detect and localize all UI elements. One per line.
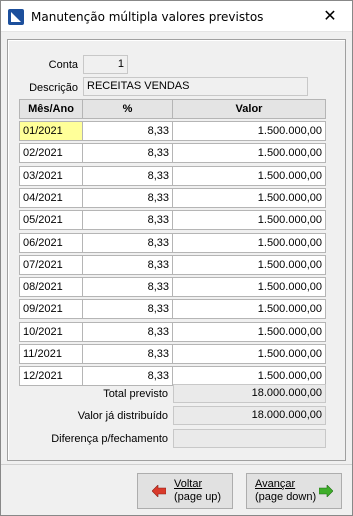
main-panel: Conta 1 Descrição RECEITAS VENDAS Mês/An… (7, 39, 346, 461)
cell-mes-ano[interactable]: 03/2021 (19, 165, 83, 186)
cell-valor[interactable]: 1.500.000,00 (172, 187, 326, 208)
cell-valor[interactable]: 1.500.000,00 (172, 321, 326, 342)
conta-field[interactable]: 1 (83, 55, 128, 74)
cell-valor[interactable]: 1.500.000,00 (172, 344, 326, 364)
column-header-mes-ano[interactable]: Mês/Ano (19, 99, 83, 119)
cell-percent[interactable]: 8,33 (82, 344, 173, 364)
table-row: 05/2021 8,33 1.500.000,00 (19, 210, 332, 231)
diferenca-field (173, 429, 326, 448)
column-header-valor[interactable]: Valor (172, 99, 326, 119)
footer-separator (1, 464, 352, 465)
arrow-right-icon (319, 485, 333, 497)
dialog-window: Manutenção múltipla valores previstos ✕ … (0, 0, 353, 516)
cell-percent[interactable]: 8,33 (82, 321, 173, 342)
total-previsto-field: 18.000.000,00 (173, 384, 326, 403)
table-row: 08/2021 8,33 1.500.000,00 (19, 277, 332, 298)
table-row: 01/2021 8,33 1.500.000,00 (19, 121, 332, 141)
conta-label: Conta (48, 59, 78, 71)
cell-valor[interactable]: 1.500.000,00 (172, 254, 326, 275)
table-row: 06/2021 8,33 1.500.000,00 (19, 232, 332, 253)
avancar-hint: (page down) (255, 491, 317, 503)
cell-mes-ano[interactable]: 06/2021 (19, 232, 83, 253)
cell-valor[interactable]: 1.500.000,00 (172, 277, 326, 298)
voltar-label: Voltar (174, 478, 203, 490)
close-button[interactable]: ✕ (308, 1, 352, 31)
avancar-button[interactable]: Avançar (page down) (246, 473, 342, 509)
cell-percent[interactable]: 8,33 (82, 165, 173, 186)
column-header-percent[interactable]: % (82, 99, 173, 119)
cell-valor[interactable]: 1.500.000,00 (172, 210, 326, 231)
cell-percent[interactable]: 8,33 (82, 187, 173, 208)
table-row: 03/2021 8,33 1.500.000,00 (19, 165, 332, 186)
table-row: 10/2021 8,33 1.500.000,00 (19, 321, 332, 342)
avancar-label: Avançar (255, 478, 296, 490)
cell-valor[interactable]: 1.500.000,00 (172, 143, 326, 164)
cell-mes-ano[interactable]: 04/2021 (19, 187, 83, 208)
cell-percent[interactable]: 8,33 (82, 277, 173, 298)
title-bar: Manutenção múltipla valores previstos ✕ (1, 1, 352, 32)
cell-mes-ano[interactable]: 07/2021 (19, 254, 83, 275)
table-row: 04/2021 8,33 1.500.000,00 (19, 187, 332, 208)
cell-mes-ano[interactable]: 12/2021 (19, 366, 83, 387)
cell-mes-ano[interactable]: 01/2021 (19, 121, 83, 141)
cell-mes-ano[interactable]: 11/2021 (19, 344, 83, 364)
grid-header: Mês/Ano % Valor (19, 99, 332, 119)
cell-mes-ano[interactable]: 02/2021 (19, 143, 83, 164)
voltar-button[interactable]: Voltar (page up) (137, 473, 233, 509)
valor-distribuido-label: Valor já distribuído (77, 410, 168, 422)
cell-valor[interactable]: 1.500.000,00 (172, 299, 326, 320)
cell-percent[interactable]: 8,33 (82, 366, 173, 387)
cell-mes-ano[interactable]: 08/2021 (19, 277, 83, 298)
table-row: 02/2021 8,33 1.500.000,00 (19, 143, 332, 164)
cell-valor[interactable]: 1.500.000,00 (172, 165, 326, 186)
app-icon (8, 9, 24, 25)
cell-percent[interactable]: 8,33 (82, 143, 173, 164)
cell-mes-ano[interactable]: 10/2021 (19, 321, 83, 342)
cell-valor[interactable]: 1.500.000,00 (172, 121, 326, 141)
cell-percent[interactable]: 8,33 (82, 299, 173, 320)
descricao-label: Descrição (29, 82, 78, 94)
table-row: 11/2021 8,33 1.500.000,00 (19, 344, 332, 364)
table-row: 07/2021 8,33 1.500.000,00 (19, 254, 332, 275)
total-previsto-label: Total previsto (103, 388, 168, 400)
cell-percent[interactable]: 8,33 (82, 210, 173, 231)
cell-mes-ano[interactable]: 09/2021 (19, 299, 83, 320)
window-title: Manutenção múltipla valores previstos (31, 10, 264, 24)
cell-percent[interactable]: 8,33 (82, 232, 173, 253)
table-row: 09/2021 8,33 1.500.000,00 (19, 299, 332, 320)
descricao-field[interactable]: RECEITAS VENDAS (83, 77, 308, 96)
valor-distribuido-field: 18.000.000,00 (173, 406, 326, 425)
cell-percent[interactable]: 8,33 (82, 121, 173, 141)
diferenca-label: Diferença p/fechamento (51, 433, 168, 445)
arrow-left-icon (152, 485, 166, 497)
cell-percent[interactable]: 8,33 (82, 254, 173, 275)
voltar-hint: (page up) (174, 491, 222, 503)
cell-mes-ano[interactable]: 05/2021 (19, 210, 83, 231)
cell-valor[interactable]: 1.500.000,00 (172, 232, 326, 253)
